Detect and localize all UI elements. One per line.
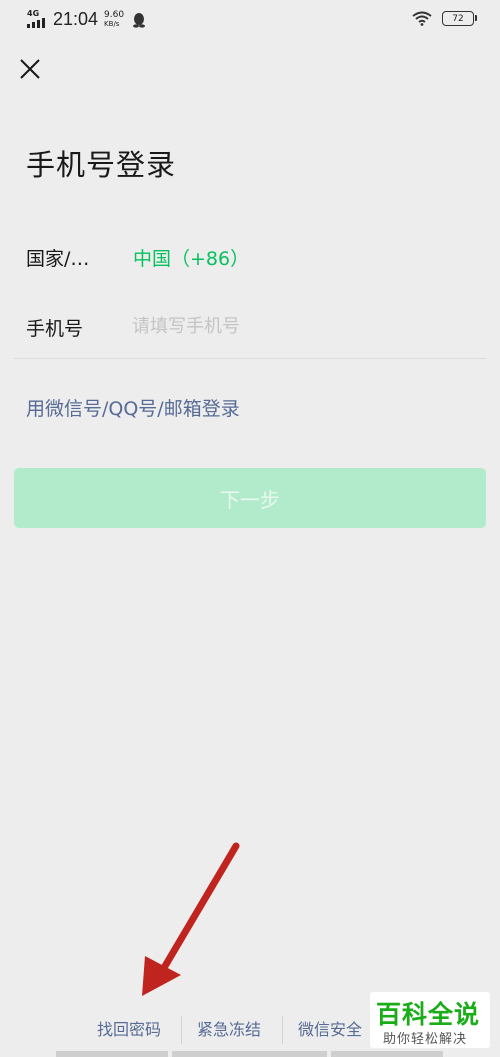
page-title: 手机号登录 [26,148,177,182]
next-button[interactable]: 下一步 [14,468,486,528]
divider [14,358,486,359]
recover-password-link[interactable]: 找回密码 [97,1016,161,1040]
network-speed-unit: KB/s [104,19,120,28]
alt-login-link[interactable]: 用微信号/QQ号/邮箱登录 [26,394,240,421]
cellular-signal-icon: 4G [27,8,49,30]
status-bar-left: 4G 21:04 9.60 KB/s [27,9,146,30]
wechat-security-link[interactable]: 微信安全 [298,1016,362,1040]
battery-level: 72 [452,13,464,24]
bottom-bar [331,1051,443,1057]
bottom-bar [172,1051,327,1057]
network-type: 4G [27,8,40,18]
network-speed-value: 9.60 [104,9,125,20]
status-bar-right: 72 [412,11,477,26]
separator [282,1016,283,1044]
status-time: 21:04 [53,9,99,29]
network-speed: 9.60 KB/s [104,9,125,29]
bottom-bar [56,1051,168,1057]
phone-input[interactable] [132,310,472,342]
wifi-icon [412,11,432,26]
close-button[interactable] [18,57,42,81]
phone-label: 手机号 [26,318,84,340]
watermark-main-text: 百科全说 [376,1000,481,1029]
battery-icon: 72 [442,11,477,26]
close-icon [20,59,40,79]
separator [181,1016,182,1044]
status-bar: 4G 21:04 9.60 KB/s 72 [0,0,500,40]
watermark-logo: 百科全说 助你轻松解决 [370,992,490,1048]
country-selector[interactable]: 中国（+86） [133,244,249,271]
country-label: 国家/… [26,248,90,270]
emergency-freeze-link[interactable]: 紧急冻结 [197,1016,261,1040]
qq-notification-icon [133,12,146,28]
watermark-sub-text: 助你轻松解决 [383,1032,468,1047]
